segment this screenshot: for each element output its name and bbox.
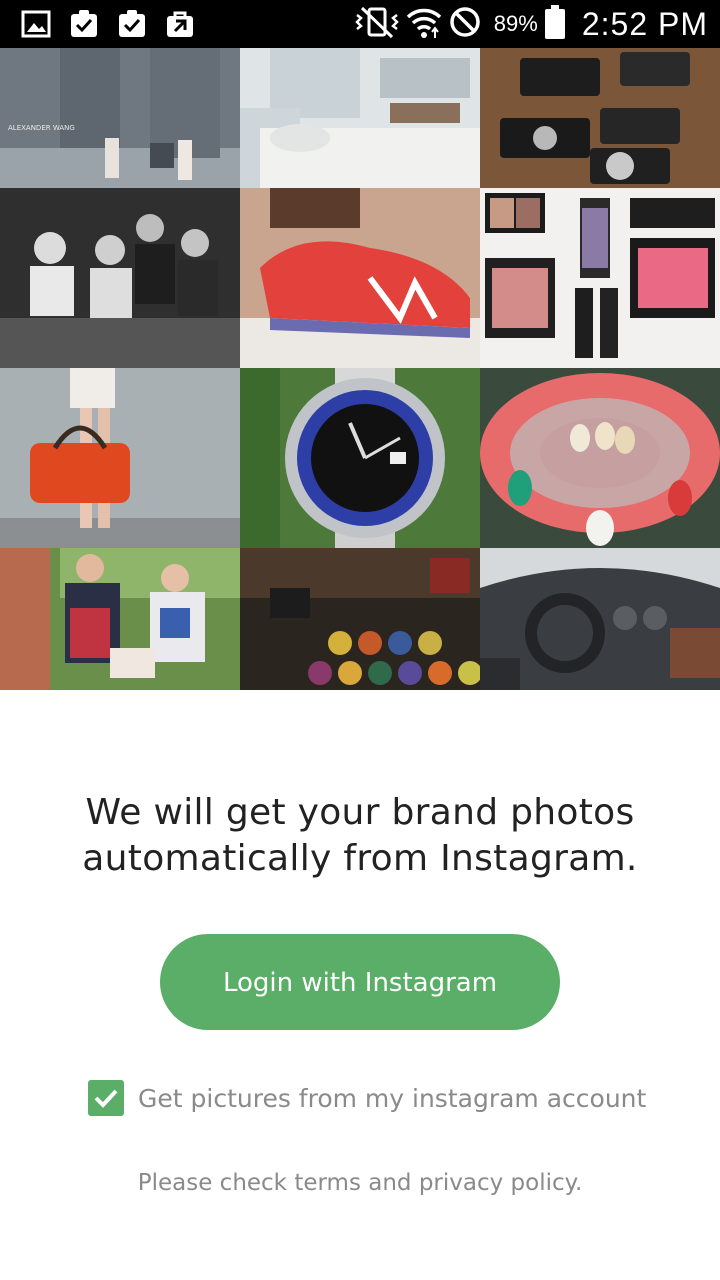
headline-line-2: automatically from Instagram. <box>82 838 638 879</box>
svg-text:ALEXANDER WANG: ALEXANDER WANG <box>8 124 75 132</box>
bedroom-photo <box>240 48 480 188</box>
audience-photo <box>0 188 240 368</box>
sneaker-photo <box>240 188 480 368</box>
check-icon <box>94 1089 118 1108</box>
shoes-photo <box>480 368 720 548</box>
instagram-pictures-option[interactable]: Get pictures from my instagram account <box>88 1078 646 1118</box>
makeup-photo <box>480 188 720 368</box>
shopping-bag-icon <box>164 8 196 44</box>
wifi-icon <box>406 4 442 44</box>
fashion-show-photo: ALEXANDER WANG <box>0 48 240 188</box>
car-interior-photo <box>480 548 720 690</box>
clock: 2:52 PM <box>581 5 708 42</box>
terms-privacy-link[interactable]: Please check terms and privacy policy. <box>0 1170 720 1196</box>
status-bar: 89% 2:52 PM <box>0 0 720 48</box>
bag-photo <box>0 368 240 548</box>
watch-photo <box>240 368 480 548</box>
checkbox-label: Get pictures from my instagram account <box>138 1083 647 1113</box>
system-icons: 89% 2:52 PM <box>354 0 708 48</box>
get-pictures-checkbox[interactable] <box>88 1080 124 1116</box>
headline: We will get your brand photos automatica… <box>0 790 720 882</box>
street-style-photo <box>0 548 240 690</box>
brand-photo-grid: ALEXANDER WANG <box>0 48 720 690</box>
gallery-icon <box>20 8 52 44</box>
vibrate-mute-icon <box>354 5 400 43</box>
battery-icon <box>544 4 566 44</box>
notification-icons <box>20 8 196 44</box>
headline-line-1: We will get your brand photos <box>85 792 635 833</box>
no-sim-icon <box>448 5 482 43</box>
clipboard-check-icon <box>116 8 148 44</box>
coffee-capsules-photo <box>240 548 480 690</box>
cameras-photo <box>480 48 720 188</box>
clipboard-check-icon <box>68 8 100 44</box>
login-with-instagram-button[interactable]: Login with Instagram <box>160 934 560 1030</box>
battery-percent: 89% <box>493 11 538 36</box>
